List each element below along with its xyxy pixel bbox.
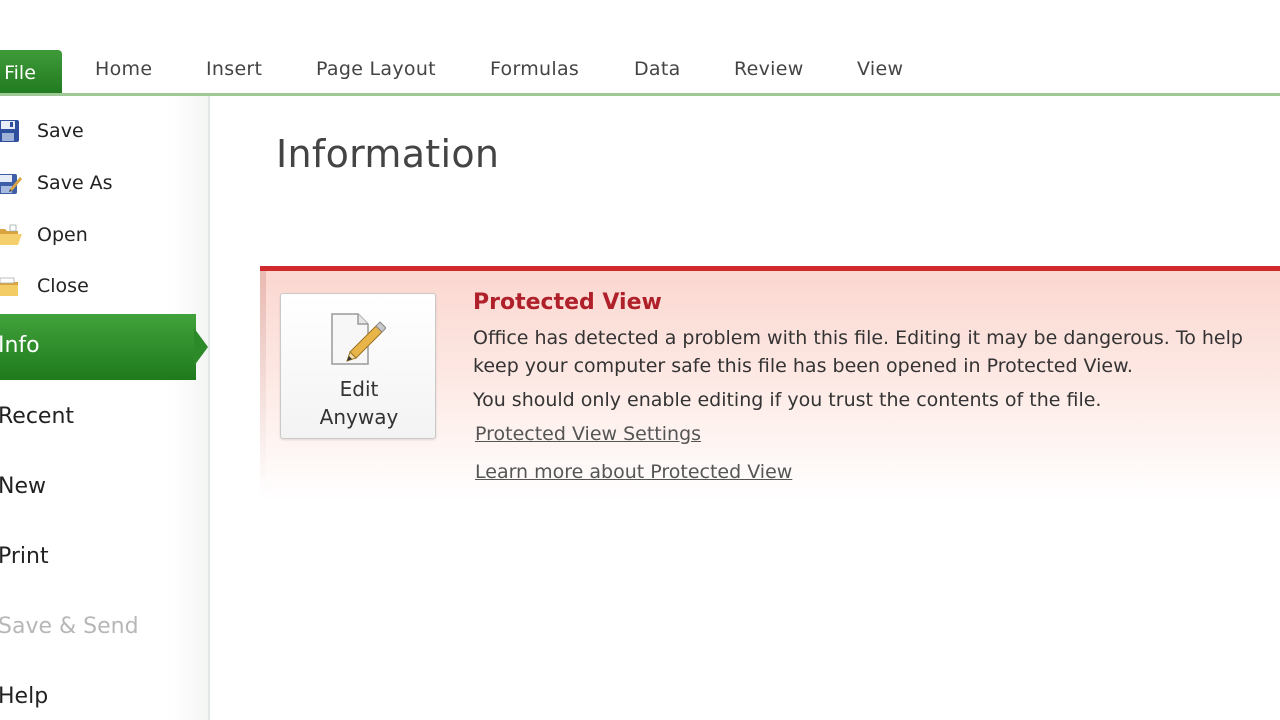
nav-print[interactable]: Print: [0, 544, 49, 569]
close-command[interactable]: Close: [0, 270, 190, 302]
protected-view-settings-link[interactable]: Protected View Settings: [475, 423, 701, 445]
open-command[interactable]: Open: [0, 219, 190, 251]
protected-view-heading: Protected View: [473, 290, 662, 315]
tab-view[interactable]: View: [857, 58, 903, 80]
protected-view-message-line2: keep your computer safe this file has be…: [473, 355, 1133, 377]
save-as-icon: [0, 174, 22, 194]
nav-active-indicator: [194, 328, 208, 366]
open-folder-icon: [0, 224, 22, 245]
tab-insert[interactable]: Insert: [206, 58, 262, 80]
close-folder-icon: [0, 277, 18, 296]
tab-formulas[interactable]: Formulas: [490, 58, 579, 80]
nav-info[interactable]: Info: [0, 314, 196, 380]
nav-info-label: Info: [0, 333, 40, 358]
nav-recent[interactable]: Recent: [0, 404, 74, 429]
edit-button-label-line1: Edit: [339, 377, 379, 401]
save-as-label: Save As: [37, 172, 113, 194]
save-label: Save: [37, 120, 84, 142]
tab-page-layout[interactable]: Page Layout: [316, 58, 436, 80]
panel-edge: [260, 271, 266, 496]
nav-help[interactable]: Help: [0, 684, 48, 709]
edit-button-label-line2: Anyway: [319, 405, 399, 429]
tab-review[interactable]: Review: [734, 58, 804, 80]
protected-view-message-line1: Office has detected a problem with this …: [473, 327, 1243, 349]
save-icon: [0, 120, 19, 142]
nav-save-and-send: Save & Send: [0, 614, 139, 639]
open-label: Open: [37, 224, 88, 246]
save-command[interactable]: Save: [0, 115, 190, 147]
save-as-command[interactable]: Save As: [0, 167, 190, 199]
sidebar-divider: [208, 96, 210, 720]
page-title: Information: [276, 132, 500, 176]
learn-more-link[interactable]: Learn more about Protected View: [475, 461, 792, 483]
tab-file[interactable]: File: [0, 50, 62, 95]
edit-document-icon: [331, 313, 386, 365]
edit-anyway-button[interactable]: Edit Anyway: [280, 293, 436, 439]
tab-home[interactable]: Home: [95, 58, 152, 80]
nav-new[interactable]: New: [0, 474, 46, 499]
protected-view-message-line3: You should only enable editing if you tr…: [473, 389, 1102, 411]
tab-data[interactable]: Data: [634, 58, 681, 80]
close-label: Close: [37, 275, 89, 297]
ribbon: File Home Insert Page Layout Formulas Da…: [0, 0, 1280, 98]
